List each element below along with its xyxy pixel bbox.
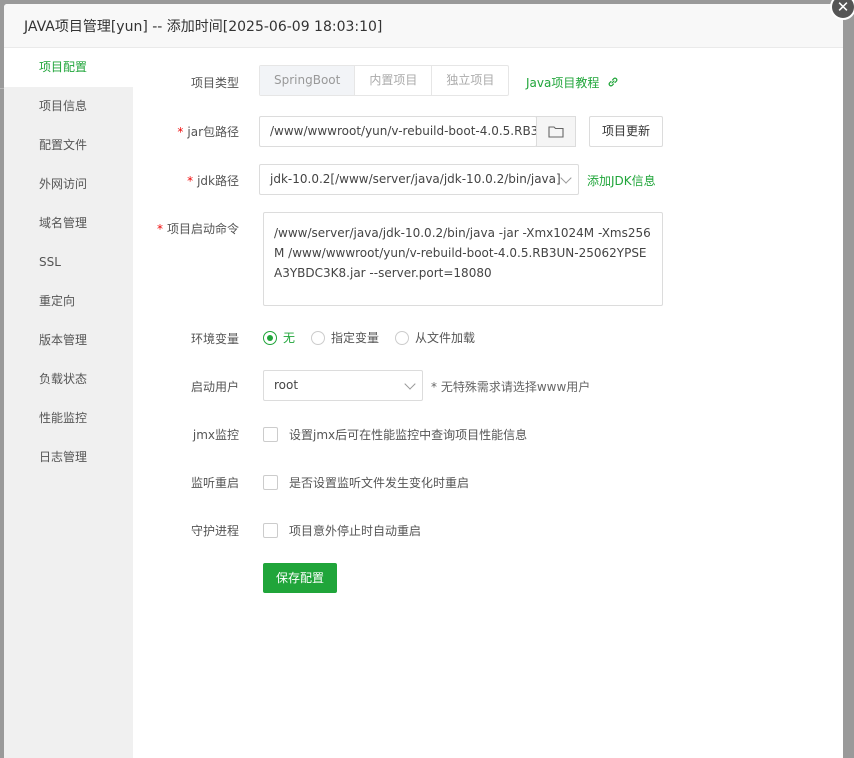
jmx-checkbox[interactable] bbox=[263, 427, 278, 442]
project-type-label: 项目类型 bbox=[190, 76, 239, 90]
daemon-checkbox-row[interactable]: 项目意外停止时自动重启 bbox=[263, 522, 421, 539]
radio-icon bbox=[311, 330, 326, 345]
jar-path-input[interactable]: /www/wwwroot/yun/v-rebuild-boot-4.0.5.RB… bbox=[259, 116, 537, 147]
jar-path-label-text: jar包路径 bbox=[187, 125, 239, 139]
sidebar-item-project-config[interactable]: 项目配置 bbox=[4, 48, 133, 87]
modal-title: JAVA项目管理[yun] -- 添加时间[2025-06-09 18:03:1… bbox=[24, 18, 383, 35]
project-update-button[interactable]: 项目更新 bbox=[589, 116, 664, 147]
start-command-label: * 项目启动命令 bbox=[133, 220, 239, 237]
sidebar-item-domain[interactable]: 域名管理 bbox=[4, 204, 133, 243]
chevron-down-icon bbox=[560, 172, 572, 184]
watch-restart-checkbox[interactable] bbox=[263, 475, 278, 490]
run-user-select[interactable]: root bbox=[263, 370, 423, 401]
env-radio-none-label: 无 bbox=[283, 331, 296, 345]
folder-icon bbox=[548, 126, 564, 138]
jar-path-label: * jar包路径 bbox=[133, 123, 239, 140]
env-label: 环境变量 bbox=[190, 332, 239, 346]
watch-restart-checkbox-row[interactable]: 是否设置监听文件发生变化时重启 bbox=[263, 474, 469, 491]
sidebar-item-version[interactable]: 版本管理 bbox=[4, 321, 133, 360]
jdk-path-label-text: jdk路径 bbox=[197, 174, 239, 188]
jdk-path-select[interactable]: jdk-10.0.2[/www/server/java/jdk-10.0.2/b… bbox=[259, 164, 579, 195]
sidebar-item-redirect[interactable]: 重定向 bbox=[4, 282, 133, 321]
project-type-builtin[interactable]: 内置项目 bbox=[355, 66, 433, 95]
run-user-label: 启动用户 bbox=[190, 380, 239, 394]
java-tutorial-label: Java项目教程 bbox=[526, 76, 600, 90]
required-mark: * bbox=[156, 222, 163, 236]
sidebar-item-external-access[interactable]: 外网访问 bbox=[4, 165, 133, 204]
start-command-textarea[interactable]: /www/server/java/jdk-10.0.2/bin/java -ja… bbox=[263, 212, 663, 306]
sidebar-item-logs[interactable]: 日志管理 bbox=[4, 438, 133, 477]
env-radio-file[interactable]: 从文件加载 bbox=[395, 329, 475, 346]
jmx-label: jmx监控 bbox=[192, 428, 239, 442]
save-config-button[interactable]: 保存配置 bbox=[263, 563, 338, 593]
sidebar-item-config-file[interactable]: 配置文件 bbox=[4, 126, 133, 165]
jmx-checkbox-row[interactable]: 设置jmx后可在性能监控中查询项目性能信息 bbox=[263, 426, 527, 443]
run-user-value: root bbox=[274, 378, 299, 392]
project-type-springboot[interactable]: SpringBoot bbox=[260, 66, 356, 95]
sidebar-item-project-info[interactable]: 项目信息 bbox=[4, 87, 133, 126]
java-tutorial-link[interactable]: Java项目教程 bbox=[526, 74, 619, 91]
modal-header: JAVA项目管理[yun] -- 添加时间[2025-06-09 18:03:1… bbox=[4, 4, 843, 48]
env-radio-none[interactable]: 无 bbox=[263, 329, 295, 346]
sidebar-item-performance[interactable]: 性能监控 bbox=[4, 399, 133, 438]
jar-path-browse-button[interactable] bbox=[536, 116, 576, 147]
sidebar-item-load-status[interactable]: 负载状态 bbox=[4, 360, 133, 399]
env-radio-file-label: 从文件加载 bbox=[415, 331, 476, 345]
jdk-path-value: jdk-10.0.2[/www/server/java/jdk-10.0.2/b… bbox=[270, 172, 561, 186]
sidebar: 项目配置 项目信息 配置文件 外网访问 域名管理 SSL 重定向 版本管理 负载… bbox=[4, 48, 133, 758]
project-config-modal: JAVA项目管理[yun] -- 添加时间[2025-06-09 18:03:1… bbox=[4, 4, 843, 758]
jmx-checkbox-text: 设置jmx后可在性能监控中查询项目性能信息 bbox=[289, 428, 528, 442]
radio-icon bbox=[395, 330, 410, 345]
required-mark: * bbox=[187, 174, 194, 188]
watch-restart-checkbox-text: 是否设置监听文件发生变化时重启 bbox=[289, 476, 470, 490]
run-user-hint: * 无特殊需求请选择www用户 bbox=[431, 380, 591, 394]
project-type-standalone[interactable]: 独立项目 bbox=[432, 66, 508, 95]
add-jdk-link[interactable]: 添加JDK信息 bbox=[587, 172, 656, 189]
daemon-checkbox[interactable] bbox=[263, 523, 278, 538]
env-radio-specify-label: 指定变量 bbox=[331, 331, 380, 345]
sidebar-item-ssl[interactable]: SSL bbox=[4, 243, 133, 282]
watch-restart-label: 监听重启 bbox=[190, 476, 239, 490]
project-type-segmented: SpringBoot 内置项目 独立项目 bbox=[259, 65, 510, 96]
config-form: 项目类型 SpringBoot 内置项目 独立项目 Java项目教程 * jar包… bbox=[133, 48, 843, 758]
start-command-label-text: 项目启动命令 bbox=[166, 222, 239, 236]
required-mark: * bbox=[177, 125, 184, 139]
env-radio-specify[interactable]: 指定变量 bbox=[311, 329, 379, 346]
link-icon bbox=[608, 77, 618, 87]
daemon-label: 守护进程 bbox=[190, 524, 239, 538]
jdk-path-label: * jdk路径 bbox=[133, 172, 239, 189]
daemon-checkbox-text: 项目意外停止时自动重启 bbox=[289, 524, 422, 538]
env-radio-group: 无 指定变量 从文件加载 bbox=[263, 329, 491, 346]
chevron-down-icon bbox=[404, 378, 416, 390]
close-icon: ✕ bbox=[836, 0, 850, 16]
radio-checked-icon bbox=[263, 330, 277, 345]
